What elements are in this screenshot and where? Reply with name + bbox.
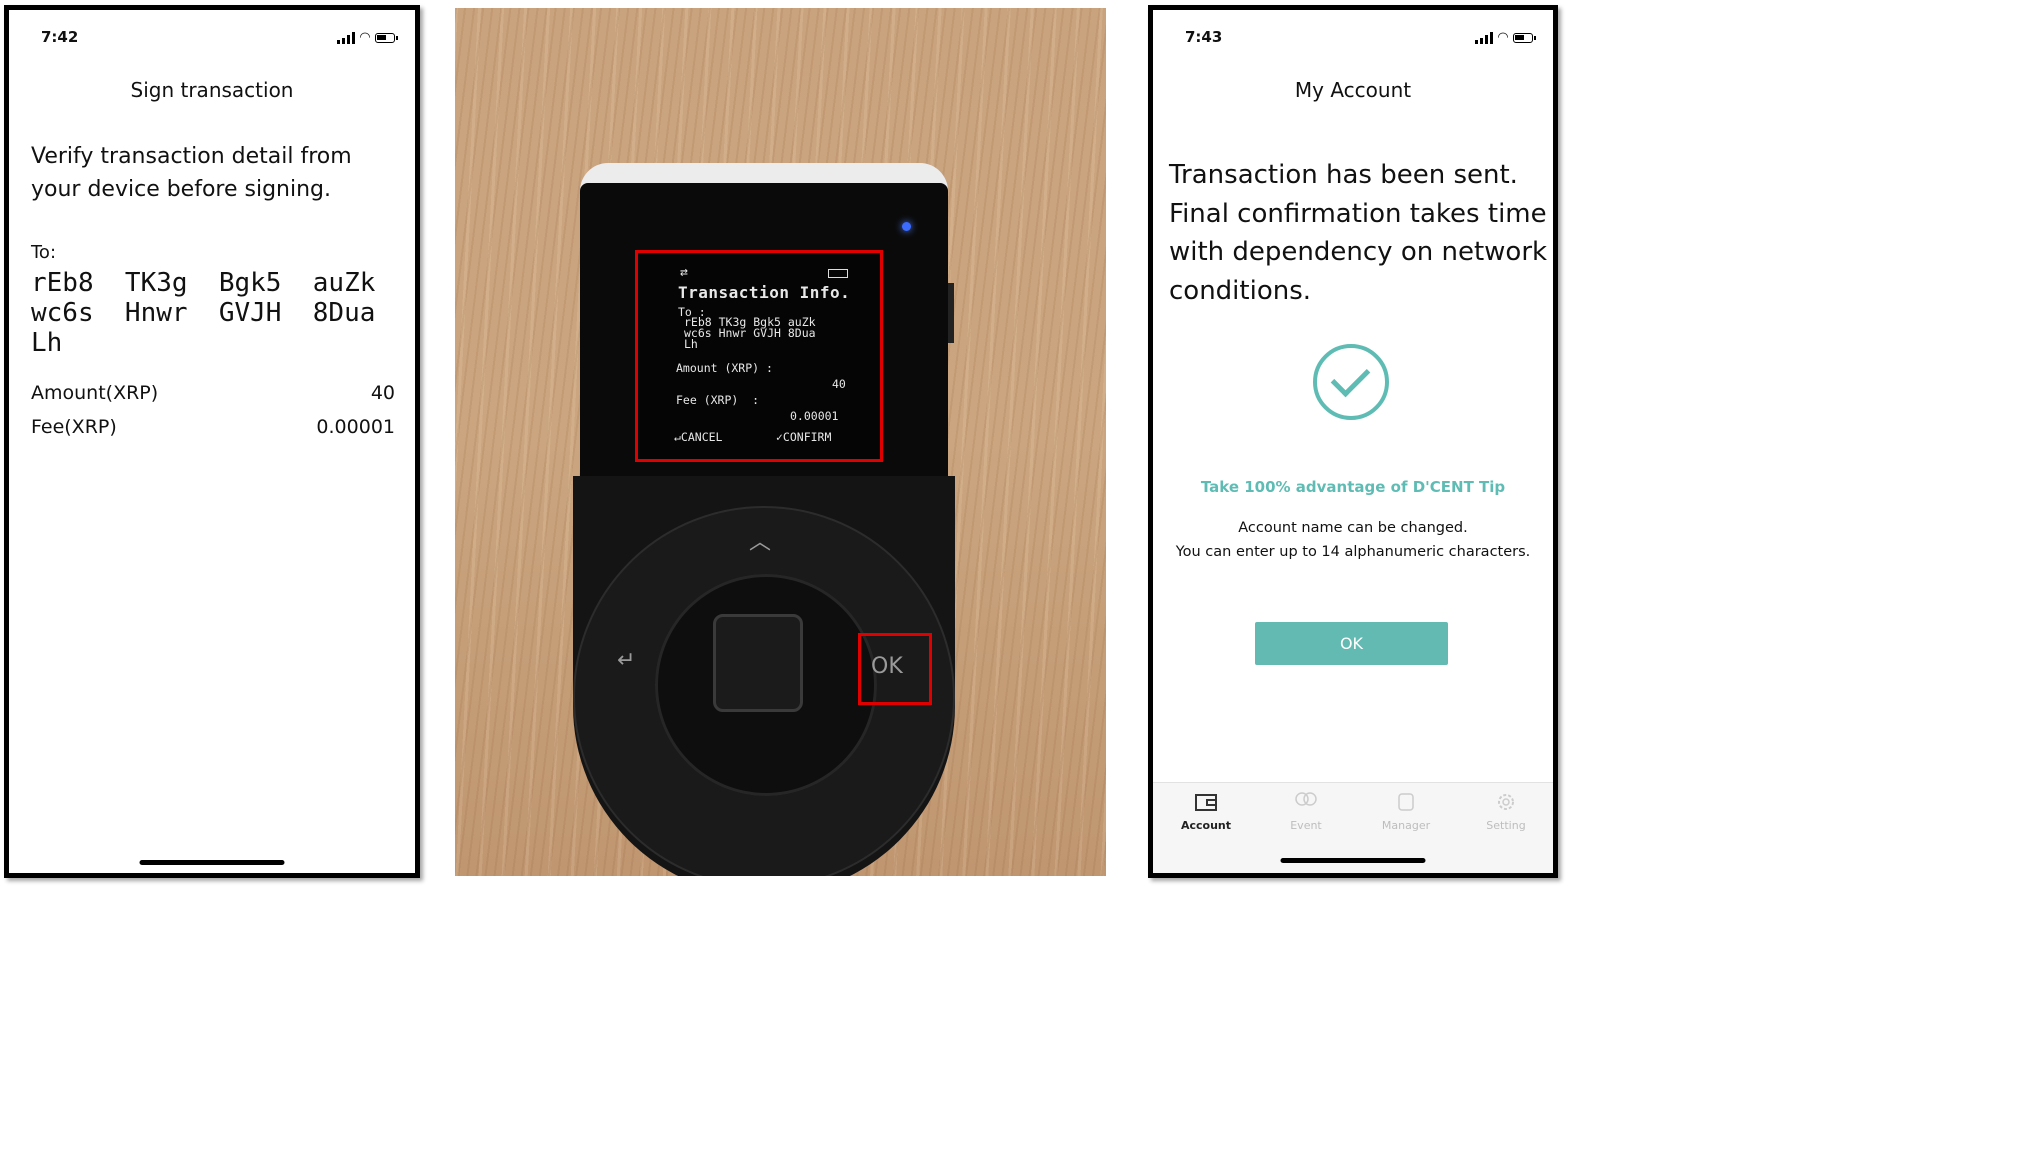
device-icon	[1394, 791, 1418, 813]
up-arrow-icon: ︿	[749, 530, 772, 555]
gear-icon	[1494, 791, 1518, 813]
clock: 7:43	[1185, 28, 1223, 46]
page-title: My Account	[1294, 78, 1412, 102]
tip-link[interactable]: Take 100% advantage of D'CENT Tip	[1153, 478, 1553, 496]
wifi-icon: ◠	[360, 30, 370, 45]
wallet-icon	[1194, 791, 1218, 813]
signal-icon	[337, 31, 355, 44]
side-button	[948, 283, 954, 343]
page-title: Sign transaction	[130, 78, 294, 102]
fingerprint-sensor[interactable]	[713, 614, 803, 712]
my-account-screen: 7:43 ◠ My Account Transaction has been s…	[1148, 5, 1558, 878]
balloon-icon	[1294, 791, 1318, 813]
ok-highlight-box	[858, 633, 932, 705]
sign-transaction-screen: 7:42 ◠ Sign transaction Verify transacti…	[4, 5, 420, 878]
signal-icon	[1475, 31, 1493, 44]
tab-manager[interactable]: Manager	[1356, 783, 1456, 832]
status-bar: 7:42 ◠	[9, 28, 415, 48]
fee-label: Fee(XRP)	[31, 416, 117, 438]
ok-button[interactable]: OK	[1255, 622, 1448, 665]
amount-label: Amount(XRP)	[31, 382, 159, 404]
screen-highlight-box	[635, 250, 883, 462]
bluetooth-led	[902, 222, 911, 231]
clock: 7:42	[41, 28, 79, 46]
verify-instructions: Verify transaction detail from your devi…	[31, 144, 352, 202]
home-indicator	[139, 860, 285, 865]
recipient-address: rEb8 TK3g Bgk5 auZk wc6s Hnwr GVJH 8Dua Lh	[31, 268, 376, 358]
amount-value: 40	[370, 382, 395, 404]
tab-account[interactable]: Account	[1156, 783, 1256, 832]
fee-value: 0.00001	[316, 416, 395, 438]
sent-message: Transaction has been sent. Final confirm…	[1169, 160, 1548, 306]
amount-row: Amount(XRP) 40	[31, 382, 395, 404]
tab-setting[interactable]: Setting	[1456, 783, 1556, 832]
fee-row: Fee(XRP) 0.00001	[31, 416, 395, 438]
hardware-wallet-photo: ⇄ Transaction Info. To : rEb8 TK3g Bgk5 …	[455, 8, 1106, 876]
back-icon: ↵	[617, 648, 636, 673]
status-bar: 7:43 ◠	[1153, 28, 1553, 48]
battery-icon	[1513, 32, 1536, 43]
check-circle-icon	[1313, 344, 1389, 420]
to-label: To:	[31, 242, 57, 263]
home-indicator	[1280, 858, 1426, 863]
tab-event[interactable]: Event	[1256, 783, 1356, 832]
account-name-info: Account name can be changed. You can ent…	[1175, 520, 1531, 560]
battery-icon	[375, 32, 398, 43]
wifi-icon: ◠	[1498, 30, 1508, 45]
